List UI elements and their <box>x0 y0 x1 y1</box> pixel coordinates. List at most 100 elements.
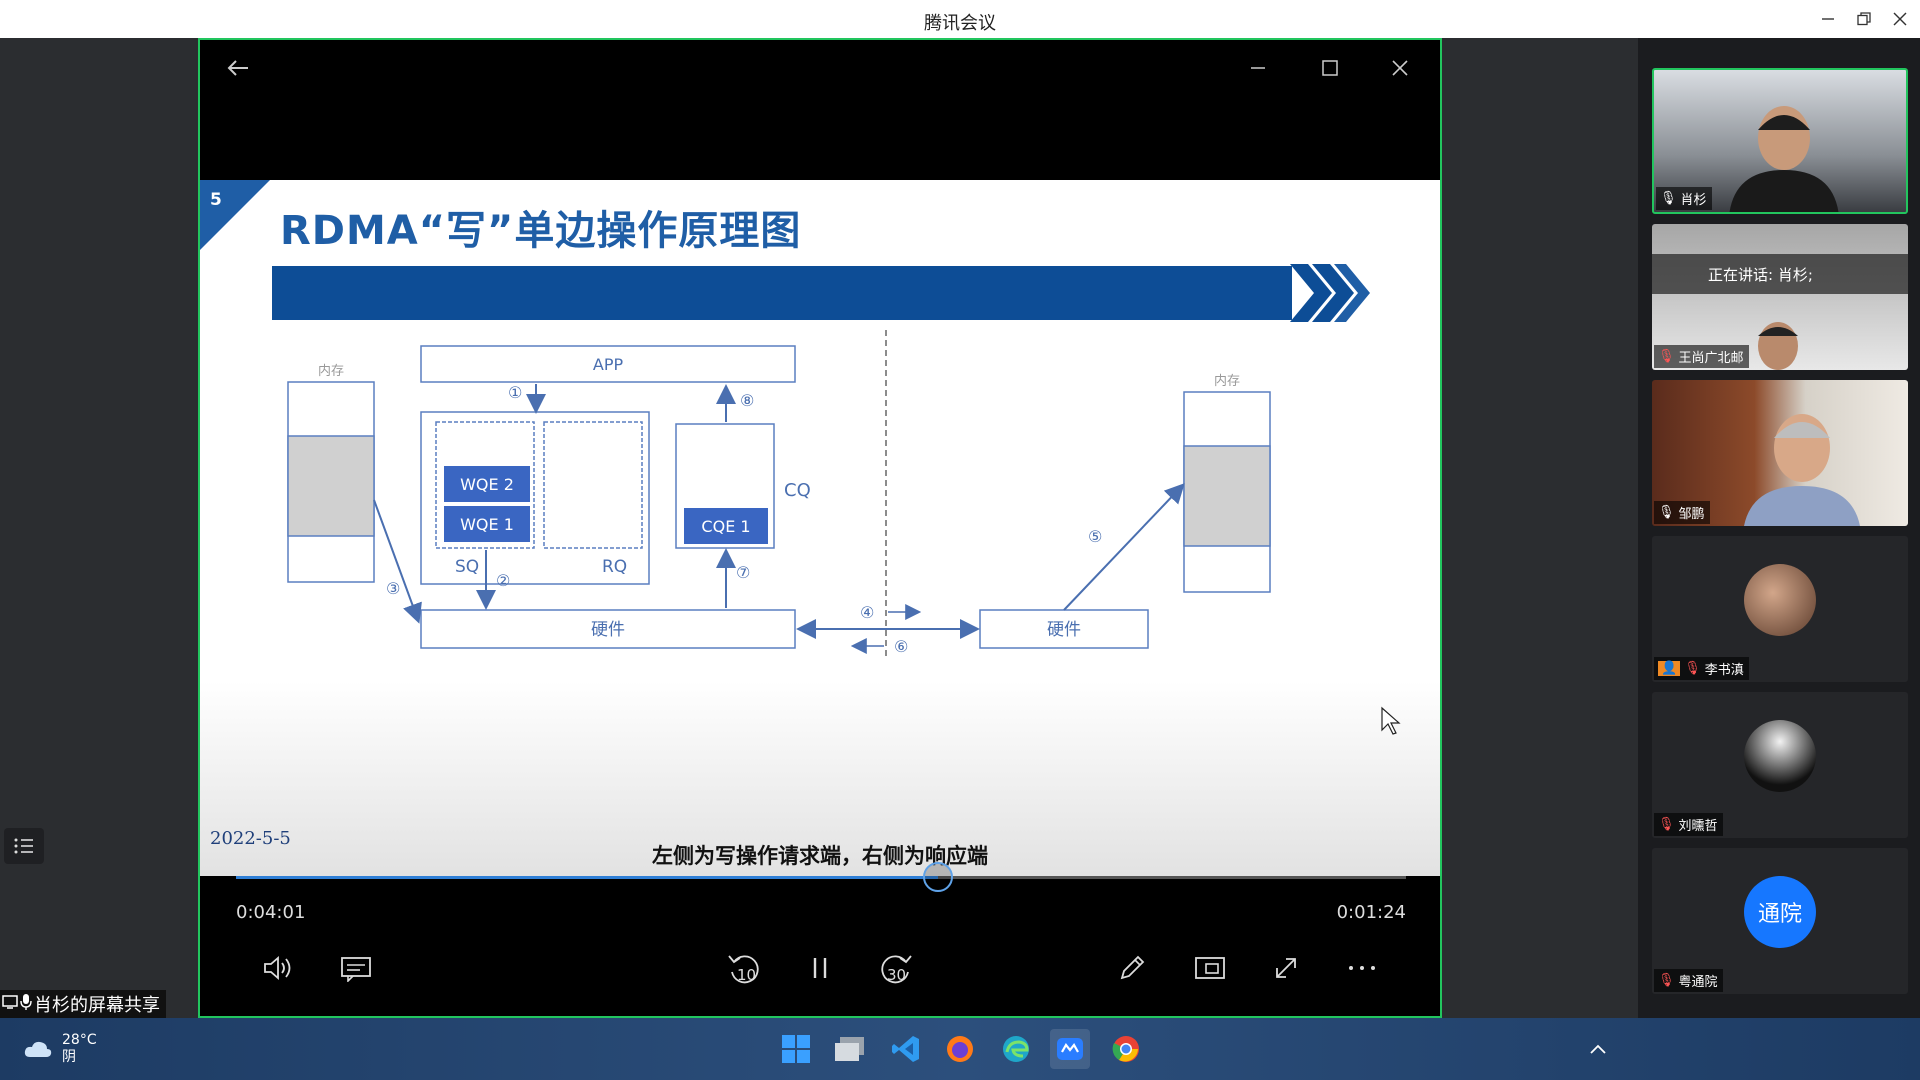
chevron-up-icon[interactable] <box>1578 1029 1618 1069</box>
weather-widget[interactable]: 28°C 阴 <box>24 1032 97 1066</box>
mic-muted-icon: 🎙 <box>1658 973 1675 988</box>
pen-icon[interactable] <box>1110 946 1154 990</box>
progress-bar[interactable] <box>236 862 1406 892</box>
svg-text:10: 10 <box>737 966 756 984</box>
cq-label: CQ <box>784 480 811 501</box>
player-minimize-icon[interactable] <box>1238 48 1278 88</box>
wqe1-label: WQE 1 <box>460 515 514 534</box>
microphone-icon: 🎙 <box>1658 505 1675 520</box>
pause-icon[interactable] <box>798 946 842 990</box>
participant-name: 🎙 王尚广北邮 <box>1654 345 1749 368</box>
miniplayer-icon[interactable] <box>1188 946 1232 990</box>
slide-title: RDMA“写”单边操作原理图 <box>280 208 802 254</box>
slide-number: 5 <box>210 190 222 210</box>
avatar <box>1744 720 1816 792</box>
volume-icon[interactable] <box>256 946 300 990</box>
list-menu-icon[interactable] <box>4 828 44 864</box>
chrome-icon[interactable] <box>1106 1029 1146 1069</box>
avatar <box>1744 564 1816 636</box>
elapsed-time: 0:04:01 <box>236 902 306 923</box>
shared-player-window: 5 RDMA“写”单边操作原理图 内存 APP WQE 2 WQE 1 SQ R… <box>198 38 1442 1018</box>
temperature: 28°C <box>62 1032 97 1048</box>
step-1: ① <box>508 383 522 402</box>
hw-left-label: 硬件 <box>591 620 625 640</box>
microphone-icon: 🎙 <box>1660 191 1677 206</box>
player-controls: 0:04:01 0:01:24 10 30 <box>200 862 1440 1016</box>
forward-30-icon[interactable]: 30 <box>874 946 918 990</box>
tencent-meeting-icon[interactable] <box>1050 1029 1090 1069</box>
firefox-icon[interactable] <box>940 1029 980 1069</box>
progress-thumb[interactable] <box>923 862 953 892</box>
rq-label: RQ <box>602 557 627 577</box>
weather-condition: 阴 <box>62 1049 76 1065</box>
window-title: 腾讯会议 <box>924 13 996 34</box>
screen-share-label: 肖杉的屏幕共享 <box>0 990 166 1018</box>
participant-video <box>1729 106 1839 212</box>
slide-banner <box>272 266 1292 320</box>
participant-tile[interactable]: 通院 🎙 粤通院 <box>1652 848 1908 994</box>
windows-start-icon[interactable] <box>776 1029 816 1069</box>
mic-muted-icon: 🎙 <box>1658 817 1675 832</box>
hw-right-label: 硬件 <box>1047 620 1081 640</box>
avatar: 通院 <box>1744 876 1816 948</box>
rewind-10-icon[interactable]: 10 <box>722 946 766 990</box>
shared-screen-area: 5 RDMA“写”单边操作原理图 内存 APP WQE 2 WQE 1 SQ R… <box>0 38 1638 1018</box>
participant-tile[interactable]: 🎙 肖杉 <box>1652 68 1908 214</box>
progress-fill <box>236 876 938 879</box>
participant-tile[interactable]: 正在讲话: 肖杉; 🎙 王尚广北邮 <box>1652 224 1908 370</box>
step-3: ③ <box>386 579 400 598</box>
edge-icon[interactable] <box>996 1029 1036 1069</box>
chevron-arrows-icon <box>1290 264 1370 322</box>
participant-tile[interactable]: 🎙 邹鹏 <box>1652 380 1908 526</box>
restore-button[interactable] <box>1846 5 1882 33</box>
player-maximize-icon[interactable] <box>1310 48 1350 88</box>
mic-muted-icon: 🎙 <box>1684 661 1701 676</box>
participant-name: 🎙 粤通院 <box>1654 969 1723 992</box>
speaking-banner: 正在讲话: 肖杉; <box>1652 254 1908 294</box>
step-8: ⑧ <box>740 391 754 410</box>
cloud-icon <box>24 1041 52 1057</box>
taskbar: 28°C 阴 <box>0 1018 1920 1080</box>
title-bar: 腾讯会议 <box>0 0 1920 38</box>
sq-label: SQ <box>455 557 479 577</box>
player-close-icon[interactable] <box>1380 48 1420 88</box>
file-explorer-icon[interactable] <box>830 1029 870 1069</box>
step-7: ⑦ <box>736 563 750 582</box>
mem-left-label: 内存 <box>318 363 344 379</box>
wqe2-label: WQE 2 <box>460 475 514 494</box>
back-arrow-icon[interactable] <box>218 48 258 88</box>
fullscreen-icon[interactable] <box>1264 946 1308 990</box>
mem-right-label: 内存 <box>1214 373 1240 389</box>
remaining-time: 0:01:24 <box>1336 902 1406 923</box>
participant-name: 🎙 邹鹏 <box>1654 501 1710 524</box>
participant-name: 🎙 肖杉 <box>1656 187 1712 210</box>
cqe1-label: CQE 1 <box>701 517 750 536</box>
user-icon: 👤 <box>1658 661 1681 676</box>
participant-video <box>1758 322 1798 370</box>
rdma-diagram: 内存 APP WQE 2 WQE 1 SQ RQ CQE 1 CQ 硬件 硬件 … <box>287 330 1271 660</box>
svg-text:30: 30 <box>887 966 906 984</box>
vscode-icon[interactable] <box>886 1029 926 1069</box>
participants-sidebar: 🎙 肖杉 正在讲话: 肖杉; 🎙 王尚广北邮 🎙 邹鹏 👤 🎙 李书滇 🎙 刘曛… <box>1638 38 1920 1018</box>
participant-video <box>1744 414 1860 526</box>
participant-name: 👤 🎙 李书滇 <box>1654 657 1749 680</box>
participant-name: 🎙 刘曛哲 <box>1654 813 1723 836</box>
share-label-text: 肖杉的屏幕共享 <box>34 995 160 1016</box>
microphone-icon <box>20 993 32 1016</box>
player-top-bar <box>200 40 1440 180</box>
step-4: ④ <box>860 603 874 622</box>
participant-tile[interactable]: 👤 🎙 李书滇 <box>1652 536 1908 682</box>
participant-tile[interactable]: 🎙 刘曛哲 <box>1652 692 1908 838</box>
mouse-cursor-icon <box>1381 706 1401 735</box>
step-5: ⑤ <box>1088 527 1102 546</box>
more-options-icon[interactable] <box>1340 946 1384 990</box>
screen-share-icon <box>2 994 18 1015</box>
close-button[interactable] <box>1882 5 1918 33</box>
app-label: APP <box>593 355 624 374</box>
subtitles-icon[interactable] <box>334 946 378 990</box>
minimize-button[interactable] <box>1810 5 1846 33</box>
mic-muted-icon: 🎙 <box>1658 349 1675 364</box>
step-6: ⑥ <box>894 637 908 656</box>
subtitle-caption: 左侧为写操作请求端，右侧为响应端 <box>652 844 988 868</box>
presentation-slide: 5 RDMA“写”单边操作原理图 内存 APP WQE 2 WQE 1 SQ R… <box>200 180 1440 876</box>
